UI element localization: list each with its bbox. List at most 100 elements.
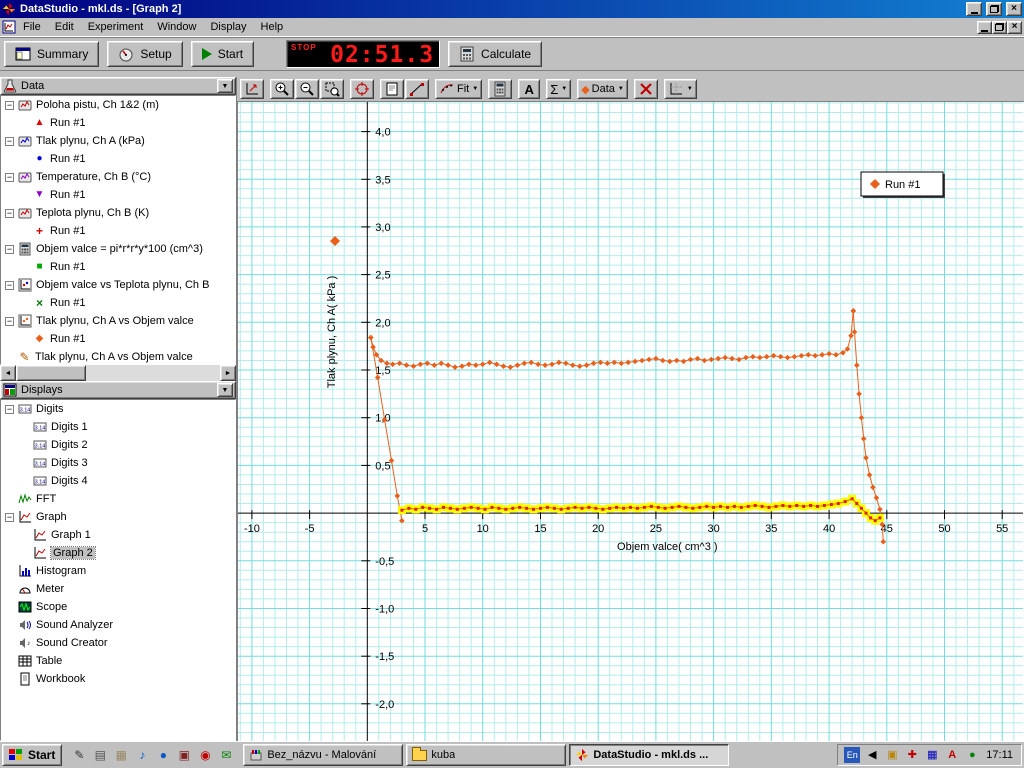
data-panel-header[interactable]: Data ▼: [0, 77, 236, 95]
data-tree-scrollbar[interactable]: ◄ ►: [0, 365, 236, 381]
remove-button[interactable]: [634, 79, 658, 99]
menu-display[interactable]: Display: [203, 19, 253, 35]
quicklaunch-mail-icon[interactable]: ✉: [217, 746, 235, 764]
collapse-icon[interactable]: −: [5, 173, 14, 182]
start-menu-button[interactable]: Start: [2, 744, 62, 766]
display-item[interactable]: Scope: [1, 598, 235, 616]
collapse-icon[interactable]: −: [5, 513, 14, 522]
quicklaunch-notes-icon[interactable]: ▦: [112, 746, 130, 764]
text-tool-button[interactable]: A: [518, 79, 540, 99]
quicklaunch-calculator-icon[interactable]: ▣: [175, 746, 193, 764]
summary-button[interactable]: Summary: [4, 41, 99, 67]
display-item[interactable]: − 3.14 Digits: [1, 400, 235, 418]
graph-canvas[interactable]: -10-5510152025303540455055-2,0-1,5-1,0-0…: [237, 101, 1024, 741]
task-folder-button[interactable]: kuba: [406, 744, 566, 766]
display-item[interactable]: 3.14 Digits 3: [1, 454, 235, 472]
keyboard-language-indicator[interactable]: En: [844, 747, 860, 763]
run-item[interactable]: ● Run #1: [1, 150, 235, 168]
collapse-icon[interactable]: −: [5, 317, 14, 326]
zoom-select-button[interactable]: [320, 79, 344, 99]
antivirus-icon[interactable]: ✚: [904, 747, 920, 763]
menu-file[interactable]: File: [16, 19, 48, 35]
start-button[interactable]: Start: [191, 41, 254, 67]
scrollbar-thumb[interactable]: [16, 365, 86, 381]
data-item[interactable]: ✎ Tlak plynu, Ch A vs Objem valce: [1, 348, 235, 365]
display-item[interactable]: Table: [1, 652, 235, 670]
status-icon[interactable]: ●: [964, 747, 980, 763]
data-item[interactable]: − Temperature, Ch B (°C): [1, 168, 235, 186]
run-item[interactable]: + Run #1: [1, 222, 235, 240]
display-item[interactable]: − Graph: [1, 508, 235, 526]
display-item[interactable]: Workbook: [1, 670, 235, 688]
data-item[interactable]: − Tlak plynu, Ch A vs Objem valce: [1, 312, 235, 330]
collapse-icon[interactable]: −: [5, 405, 14, 414]
fit-menu-button[interactable]: Fit▼: [435, 79, 482, 99]
scroll-left-icon[interactable]: ◄: [0, 365, 16, 381]
scheduler-icon[interactable]: ▣: [884, 747, 900, 763]
taskbar-clock[interactable]: 17:11: [984, 749, 1015, 761]
collapse-icon[interactable]: −: [5, 101, 14, 110]
data-menu-button[interactable]: ◆Data▼: [577, 79, 628, 99]
scale-to-fit-button[interactable]: [240, 79, 264, 99]
quicklaunch-globe-icon[interactable]: ●: [154, 746, 172, 764]
run-item[interactable]: × Run #1: [1, 294, 235, 312]
calculate-button[interactable]: Calculate: [448, 41, 542, 67]
graph-plot-area[interactable]: -10-5510152025303540455055-2,0-1,5-1,0-0…: [238, 102, 1023, 741]
display-item[interactable]: Meter: [1, 580, 235, 598]
task-datastudio-button[interactable]: DataStudio - mkl.ds ...: [569, 744, 729, 766]
zoom-in-button[interactable]: [270, 79, 294, 99]
updater-icon[interactable]: A: [944, 747, 960, 763]
volume-icon[interactable]: ◀: [864, 747, 880, 763]
run-item[interactable]: ■ Run #1: [1, 258, 235, 276]
setup-button[interactable]: Setup: [107, 41, 182, 67]
calculator-tool-button[interactable]: [488, 79, 512, 99]
close-button[interactable]: ×: [1006, 2, 1022, 16]
display-item[interactable]: ♪ Sound Creator: [1, 634, 235, 652]
run-item[interactable]: ▲ Run #1: [1, 114, 235, 132]
data-item[interactable]: − Teplota plynu, Ch B (K): [1, 204, 235, 222]
menu-edit[interactable]: Edit: [48, 19, 81, 35]
statistics-button[interactable]: Σ▼: [546, 79, 571, 99]
collapse-icon[interactable]: −: [5, 245, 14, 254]
quicklaunch-music-icon[interactable]: ♪: [133, 746, 151, 764]
quicklaunch-pen-icon[interactable]: ✎: [70, 746, 88, 764]
display-item[interactable]: 3.14 Digits 2: [1, 436, 235, 454]
data-item[interactable]: − Objem valce vs Teplota plynu, Ch B: [1, 276, 235, 294]
run-item[interactable]: ▼ Run #1: [1, 186, 235, 204]
axis-settings-button[interactable]: ▼: [664, 79, 697, 99]
child-close-button[interactable]: ×: [1007, 21, 1022, 34]
scroll-right-icon[interactable]: ►: [220, 365, 236, 381]
displays-dropdown-button[interactable]: ▼: [217, 383, 233, 397]
child-restore-button[interactable]: [992, 21, 1007, 34]
data-dropdown-button[interactable]: ▼: [217, 79, 233, 93]
note-tool-button[interactable]: [380, 79, 404, 99]
smart-tool-button[interactable]: [350, 79, 374, 99]
display-item[interactable]: 3.14 Digits 1: [1, 418, 235, 436]
display-item-selected[interactable]: Graph 2: [1, 544, 235, 562]
slope-tool-button[interactable]: [405, 79, 429, 99]
display-item[interactable]: Histogram: [1, 562, 235, 580]
collapse-icon[interactable]: −: [5, 137, 14, 146]
display-item[interactable]: Graph 1: [1, 526, 235, 544]
display-item[interactable]: Sound Analyzer: [1, 616, 235, 634]
data-item[interactable]: − Objem valce = pi*r*r*y*100 (cm^3): [1, 240, 235, 258]
child-minimize-button[interactable]: [977, 21, 992, 34]
restore-button[interactable]: [986, 2, 1002, 16]
menu-experiment[interactable]: Experiment: [81, 19, 151, 35]
zoom-out-button[interactable]: [295, 79, 319, 99]
menu-help[interactable]: Help: [254, 19, 291, 35]
data-item[interactable]: − Poloha pistu, Ch 1&2 (m): [1, 96, 235, 114]
displays-panel-header[interactable]: Displays ▼: [0, 381, 236, 399]
run-item[interactable]: ◆ Run #1: [1, 330, 235, 348]
quicklaunch-document-icon[interactable]: ▤: [91, 746, 109, 764]
minimize-button[interactable]: [966, 2, 982, 16]
collapse-icon[interactable]: −: [5, 281, 14, 290]
network-icon[interactable]: ▦: [924, 747, 940, 763]
quicklaunch-media-icon[interactable]: ◉: [196, 746, 214, 764]
collapse-icon[interactable]: −: [5, 209, 14, 218]
display-item[interactable]: 3.14 Digits 4: [1, 472, 235, 490]
task-paint-button[interactable]: Bez_názvu - Malování: [243, 744, 403, 766]
display-item[interactable]: FFT: [1, 490, 235, 508]
data-item[interactable]: − Tlak plynu, Ch A (kPa): [1, 132, 235, 150]
menu-window[interactable]: Window: [150, 19, 203, 35]
